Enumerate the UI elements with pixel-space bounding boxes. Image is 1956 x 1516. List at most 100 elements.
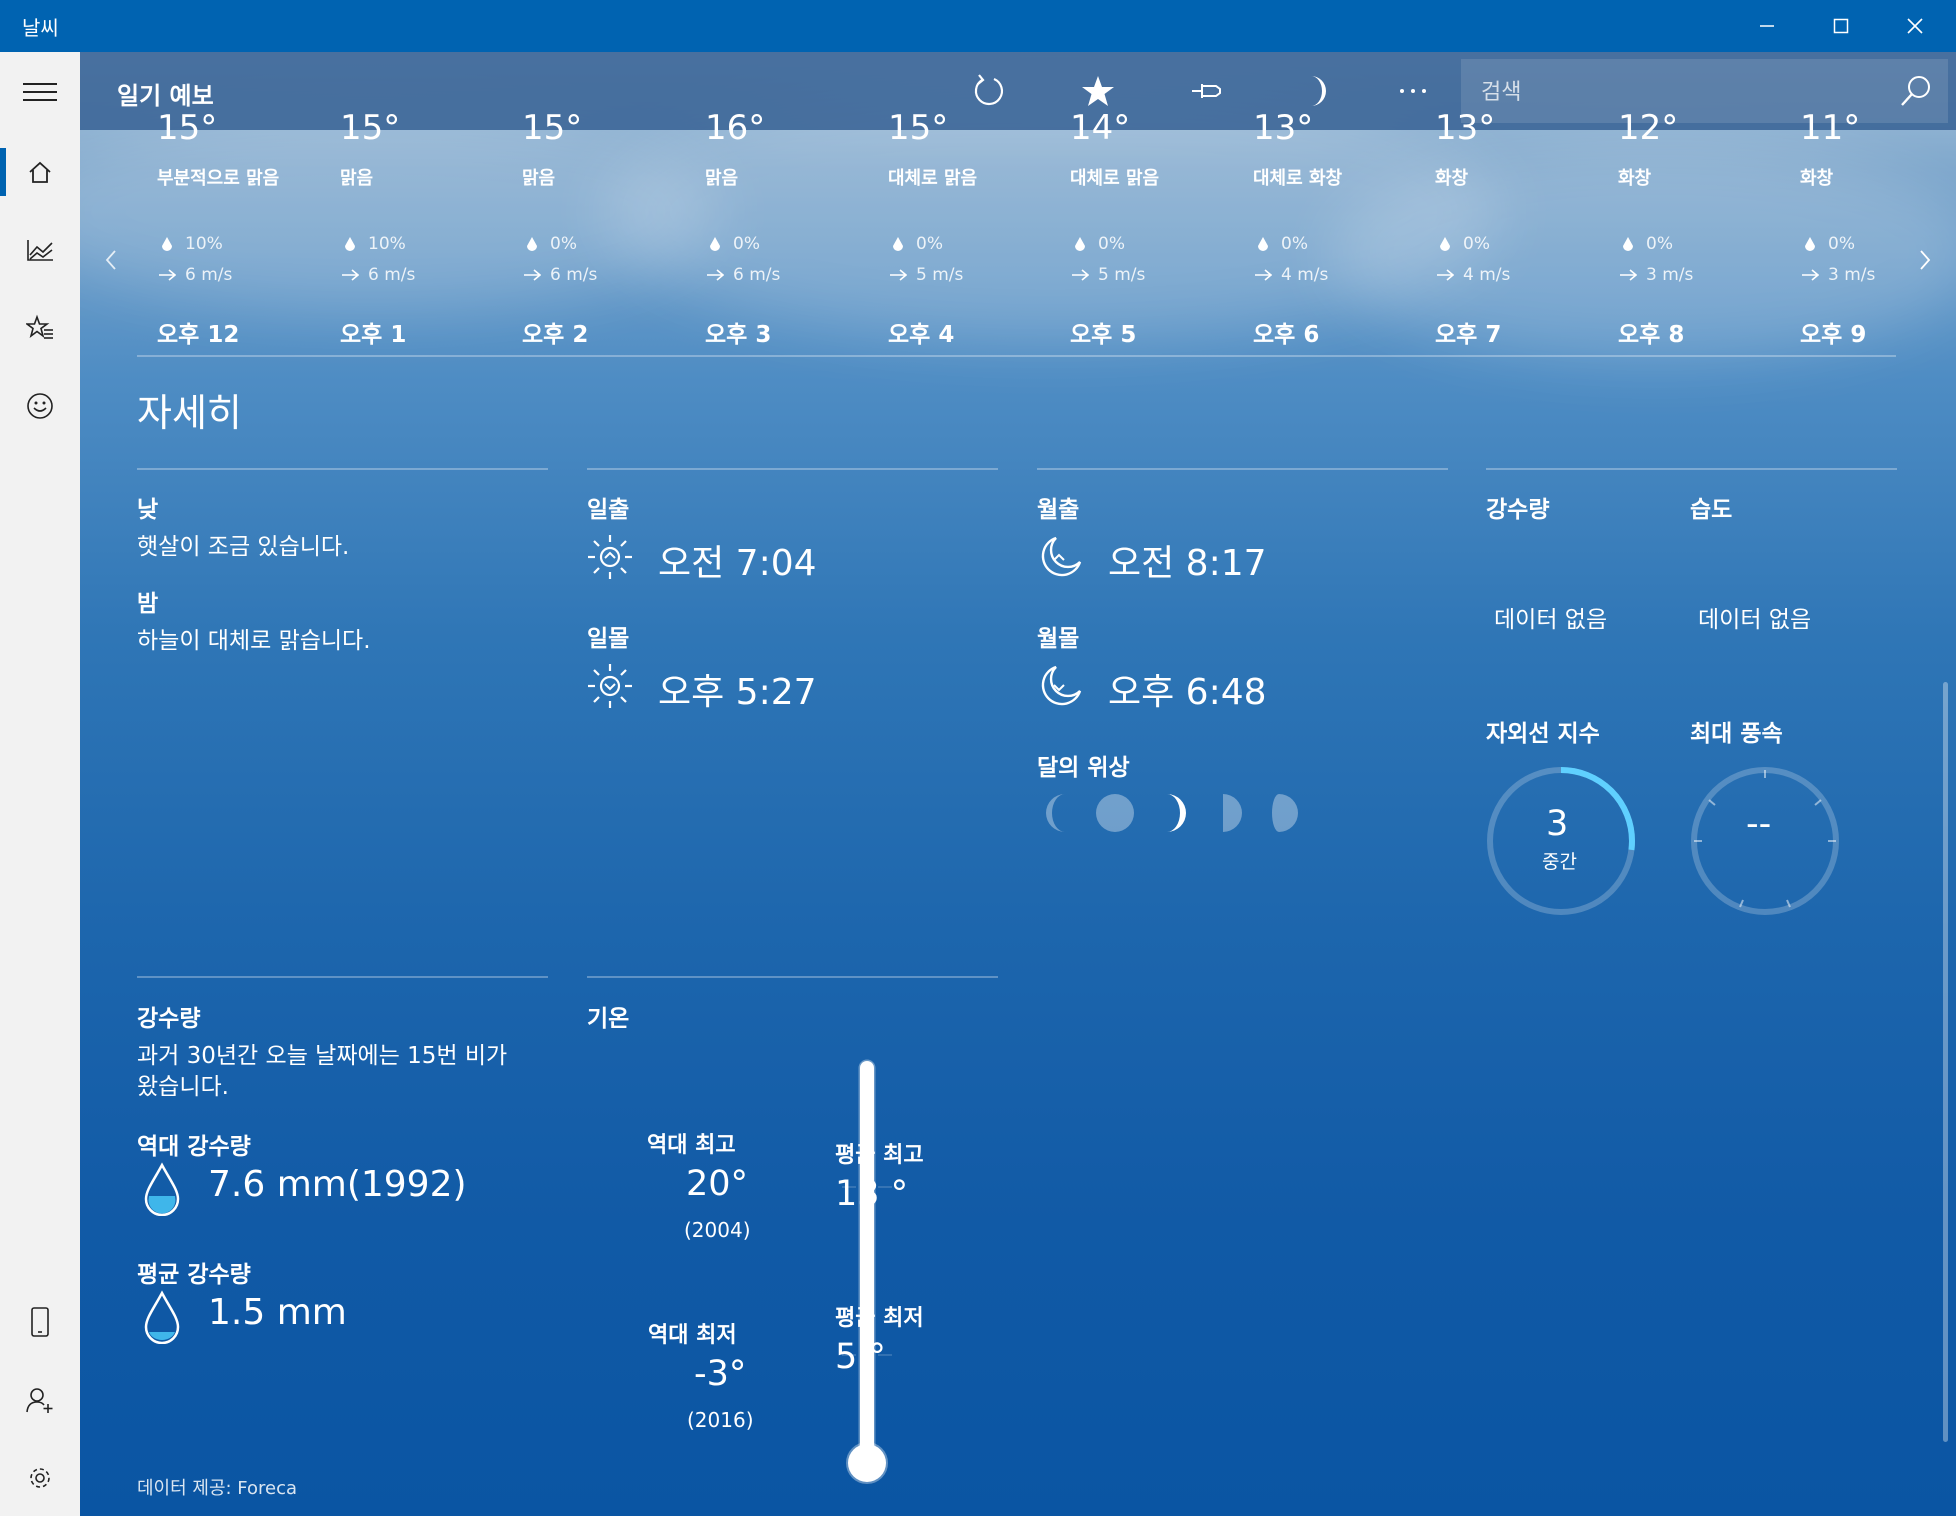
- hour-wind: 6 m/s: [157, 265, 232, 285]
- hourly-prev-button[interactable]: [96, 240, 126, 280]
- hour-time: 오후 4: [888, 322, 955, 348]
- history-precip-text-line1: 과거 30년간 오늘 날짜에는 15번 비가: [137, 1043, 508, 1069]
- hour-temp: 13°: [1435, 108, 1496, 148]
- raindrop-icon: [710, 237, 720, 251]
- wind-arrow-icon: [342, 269, 359, 281]
- refresh-button[interactable]: [963, 66, 1013, 116]
- avg-high-label-text: 평균 최고: [835, 1143, 924, 1168]
- nav-forecast[interactable]: [0, 142, 80, 202]
- raindrop-icon: [527, 237, 537, 251]
- history-precip-text-line2: 왔습니다.: [137, 1074, 229, 1100]
- close-button[interactable]: [1878, 0, 1952, 52]
- wind-arrow-icon: [524, 269, 541, 281]
- hour-condition: 대체로 맑음: [888, 168, 978, 189]
- water-drop-filled-icon: [142, 1162, 182, 1216]
- hour-wind-value: 6 m/s: [185, 265, 233, 285]
- hour-temp: 16°: [705, 108, 766, 148]
- hamburger-menu-button[interactable]: [0, 62, 80, 122]
- hourly-next-button[interactable]: [1910, 240, 1940, 280]
- hamburger-icon: [23, 83, 57, 101]
- hour-precip-value: 0%: [1828, 234, 1855, 254]
- nav-settings[interactable]: [0, 1448, 80, 1508]
- record-low-year: (2016): [687, 1408, 754, 1432]
- window-title: 날씨: [22, 16, 59, 40]
- window-titlebar: 날씨: [0, 0, 1956, 52]
- hour-precip-value: 0%: [1098, 234, 1125, 254]
- sunset-time: 오후 5:27: [658, 672, 817, 713]
- nav-account[interactable]: [0, 1370, 80, 1430]
- star-list-icon: [26, 314, 53, 339]
- divider: [1037, 468, 1448, 470]
- hour-condition: 부분적으로 맑음: [157, 168, 280, 189]
- hour-precip-value: 10%: [185, 234, 223, 254]
- history-precip-title: 강수량: [137, 1006, 201, 1032]
- humidity-label: 습도: [1690, 497, 1733, 523]
- hour-time: 오후 7: [1435, 322, 1502, 348]
- avg-precip-label: 평균 강수량: [137, 1262, 251, 1288]
- minimize-button[interactable]: [1730, 0, 1804, 52]
- data-attribution: 데이터 제공: Foreca: [137, 1478, 298, 1499]
- divider: [137, 976, 548, 978]
- hour-time: 오후 9: [1800, 322, 1867, 348]
- details-title: 자세히: [137, 391, 242, 435]
- hour-precip: 0%: [1253, 234, 1308, 254]
- close-icon: [1907, 18, 1923, 34]
- page-title: 일기 예보: [117, 82, 214, 110]
- wind-arrow-icon: [1437, 269, 1454, 281]
- raindrop-icon: [162, 237, 172, 251]
- chevron-left-icon: [105, 250, 116, 270]
- hour-wind: 4 m/s: [1435, 265, 1510, 285]
- hour-precip: 0%: [522, 234, 577, 254]
- more-icon: [1400, 89, 1426, 93]
- sunset-label: 일몰: [587, 626, 630, 652]
- history-temp-title: 기온: [587, 1006, 630, 1032]
- nav-favorites[interactable]: [0, 298, 80, 358]
- avg-precip-value: 1.5 mm: [208, 1292, 347, 1333]
- nav-historical-weather[interactable]: [0, 220, 80, 280]
- raindrop-icon: [893, 237, 903, 251]
- hour-temp: 11°: [1800, 108, 1861, 148]
- search-icon: [1901, 76, 1930, 106]
- nav-phone[interactable]: [0, 1292, 80, 1352]
- record-precip-value: 7.6 mm(1992): [208, 1164, 467, 1205]
- hour-wind-value: 6 m/s: [733, 265, 781, 285]
- hour-precip: 0%: [1800, 234, 1855, 254]
- hour-temp: 12°: [1618, 108, 1679, 148]
- raindrop-icon: [345, 237, 355, 251]
- sunrise-label: 일출: [587, 497, 630, 523]
- nav-life[interactable]: [0, 376, 80, 436]
- moonrise-icon: [1038, 534, 1084, 580]
- divider: [137, 468, 548, 470]
- sunset-icon: [585, 661, 635, 711]
- day-text: 햇살이 조금 있습니다.: [137, 534, 350, 560]
- moonrise-label: 월출: [1037, 497, 1080, 523]
- hour-condition: 대체로 화창: [1253, 168, 1343, 189]
- record-high-year: (2004): [684, 1218, 751, 1242]
- maximize-button[interactable]: [1804, 0, 1878, 52]
- hour-precip-value: 0%: [550, 234, 577, 254]
- hour-precip: 0%: [1070, 234, 1125, 254]
- hour-wind: 3 m/s: [1800, 265, 1875, 285]
- hour-precip-value: 10%: [368, 234, 406, 254]
- chevron-right-icon: [1920, 250, 1931, 270]
- more-button[interactable]: [1388, 66, 1438, 116]
- hour-wind-value: 6 m/s: [368, 265, 416, 285]
- hour-temp: 14°: [1070, 108, 1131, 148]
- avg-low-label: 평균 최저: [835, 1306, 924, 1331]
- wind-arrow-icon: [707, 269, 724, 281]
- uv-value: 3: [1546, 804, 1569, 844]
- hour-wind: 6 m/s: [340, 265, 415, 285]
- search-button[interactable]: [1894, 69, 1938, 113]
- hour-wind-value: 3 m/s: [1646, 265, 1694, 285]
- hour-wind-value: 5 m/s: [1098, 265, 1146, 285]
- wind-arrow-icon: [159, 269, 176, 281]
- wind-arrow-icon: [1072, 269, 1089, 281]
- scrollbar[interactable]: [1943, 682, 1948, 1442]
- pin-button[interactable]: [1183, 66, 1233, 116]
- hour-condition: 맑음: [522, 168, 556, 189]
- uv-label: 자외선 지수: [1486, 721, 1600, 747]
- hour-condition: 대체로 맑음: [1070, 168, 1160, 189]
- sunrise-time: 오전 7:04: [658, 543, 817, 584]
- hour-wind: 4 m/s: [1253, 265, 1328, 285]
- moonset-label: 월몰: [1037, 626, 1080, 652]
